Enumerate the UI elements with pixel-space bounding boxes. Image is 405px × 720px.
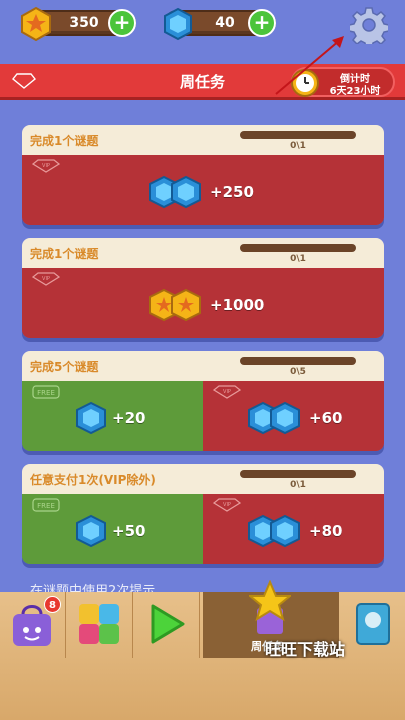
reward-amount: +1000	[210, 296, 265, 314]
reward-amount: +20	[112, 409, 146, 427]
star-count: 350	[69, 15, 99, 31]
gem-icon	[76, 401, 106, 435]
gem-icon	[164, 7, 192, 41]
task-header: 完成1个谜题 0\1	[22, 125, 384, 155]
progress-bar	[240, 244, 356, 252]
vip-reward[interactable]: VIP +250	[22, 155, 384, 225]
task-card: 任意支付1次(VIP除外) 0\1 FREE +50 VIP +80	[22, 464, 384, 564]
svg-text:VIP: VIP	[223, 389, 231, 395]
vip-tag-icon: VIP	[32, 272, 60, 286]
book-icon	[356, 603, 390, 645]
free-reward[interactable]: FREE +20	[22, 381, 203, 451]
svg-text:FREE: FREE	[37, 502, 55, 510]
play-icon	[151, 604, 185, 644]
vip-tag-icon: VIP	[213, 498, 241, 512]
nav-play[interactable]	[134, 592, 200, 658]
watermark: 旺旺下载站	[265, 640, 346, 659]
svg-text:VIP: VIP	[223, 502, 231, 508]
free-reward[interactable]: FREE +50	[22, 494, 203, 564]
nav-book[interactable]	[340, 592, 405, 658]
star-coin-icon	[21, 6, 51, 42]
gem-pair-icon	[248, 514, 300, 548]
task-name: 完成1个谜题	[30, 134, 99, 148]
gem-icon	[76, 514, 106, 548]
task-progress: 0\1	[290, 480, 306, 490]
progress-bar	[240, 470, 356, 478]
add-stars-button[interactable]: +	[108, 9, 136, 37]
reward-amount: +80	[309, 522, 343, 540]
task-progress: 0\5	[290, 367, 306, 377]
reward-amount: +250	[210, 183, 254, 201]
vip-tag-icon: VIP	[32, 159, 60, 173]
vip-reward[interactable]: VIP +60	[203, 381, 384, 451]
vip-reward[interactable]: VIP +1000	[22, 268, 384, 338]
settings-gear-icon[interactable]	[350, 6, 388, 44]
task-progress: 0\1	[290, 141, 306, 151]
star-counter: 350 +	[21, 6, 136, 42]
star-coin-pair-icon	[149, 288, 201, 322]
vip-tag-icon: VIP	[213, 385, 241, 399]
svg-text:FREE: FREE	[37, 389, 55, 397]
task-name: 任意支付1次(VIP除外)	[30, 473, 156, 487]
free-tag-icon: FREE	[32, 385, 60, 399]
task-card: 完成1个谜题 0\1 VIP +250	[22, 125, 384, 225]
notification-badge: 8	[44, 596, 61, 613]
vip-reward[interactable]: VIP +80	[203, 494, 384, 564]
svg-text:VIP: VIP	[42, 163, 50, 169]
task-header: 任意支付1次(VIP除外) 0\1	[22, 464, 384, 494]
task-progress: 0\1	[290, 254, 306, 264]
task-header: 完成1个谜题 0\1	[22, 238, 384, 268]
task-card: 完成5个谜题 0\5 FREE +20 VIP +60	[22, 351, 384, 451]
task-card: 完成1个谜题 0\1 VIP +1000	[22, 238, 384, 338]
star-badge-icon	[249, 580, 291, 634]
gem-count: 40	[215, 15, 235, 31]
progress-bar	[240, 357, 356, 365]
gem-counter: 40 +	[164, 7, 276, 41]
task-header: 完成5个谜题 0\5	[22, 351, 384, 381]
gem-pair-icon	[248, 401, 300, 435]
nav-gift-bag[interactable]: 8	[0, 592, 66, 658]
puzzle-icon	[79, 604, 119, 644]
progress-bar	[240, 131, 356, 139]
task-name: 完成1个谜题	[30, 247, 99, 261]
reward-amount: +50	[112, 522, 146, 540]
pointer-arrow-icon	[275, 36, 344, 95]
task-name: 完成5个谜题	[30, 360, 99, 374]
gem-pair-icon	[149, 175, 201, 209]
reward-amount: +60	[309, 409, 343, 427]
free-tag-icon: FREE	[32, 498, 60, 512]
svg-text:VIP: VIP	[42, 276, 50, 282]
nav-puzzle[interactable]	[67, 592, 133, 658]
